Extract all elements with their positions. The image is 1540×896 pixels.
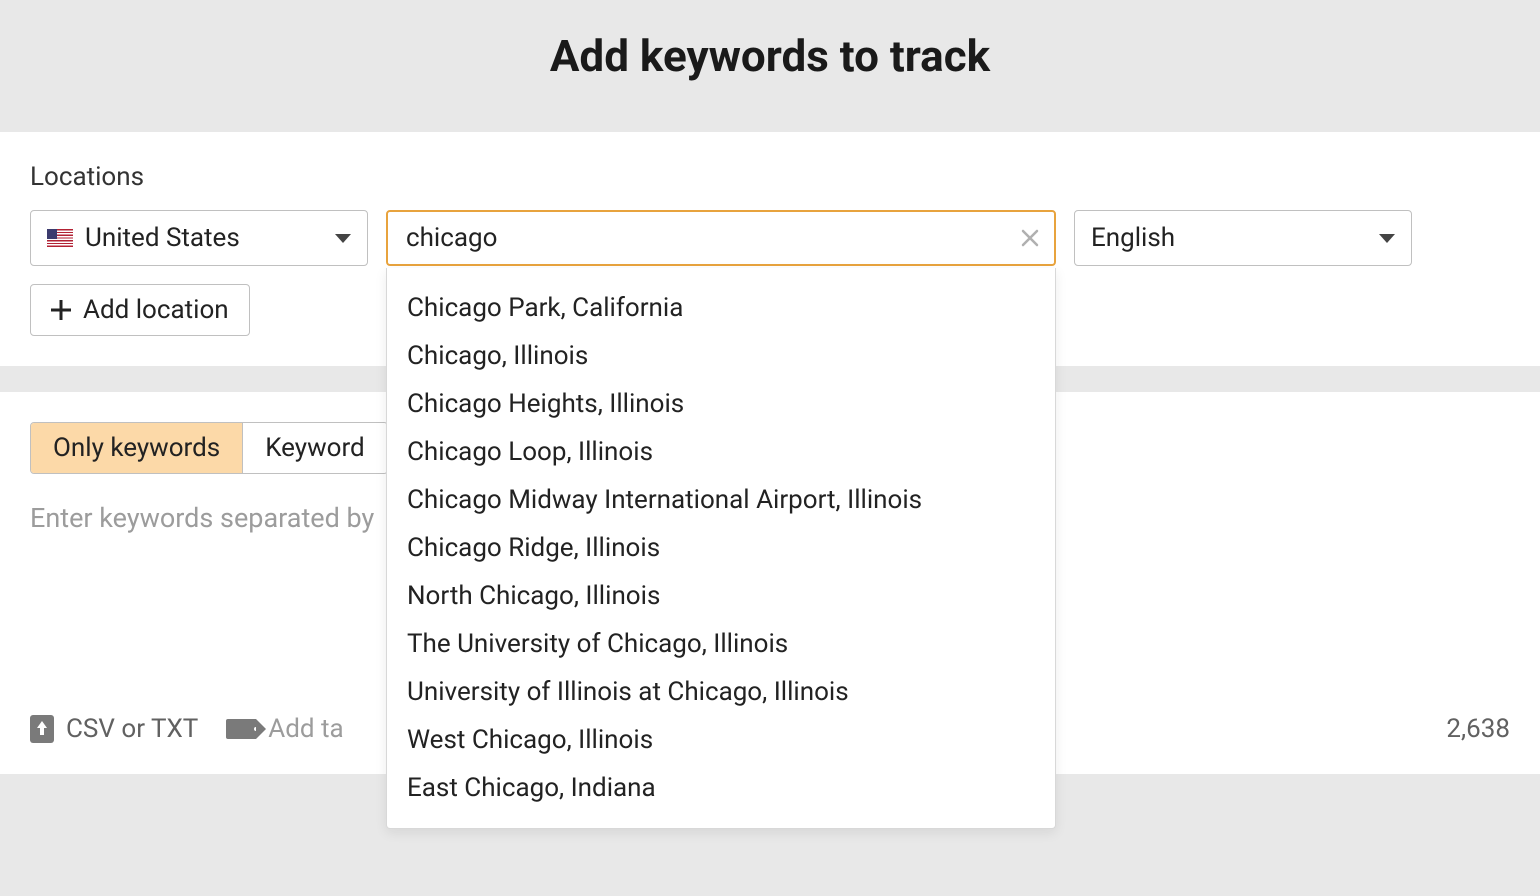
locations-row: United States English Chicago Park, Cali… (30, 210, 1510, 266)
suggestion-item[interactable]: Chicago Midway International Airport, Il… (387, 476, 1055, 524)
keyword-placeholder: Enter keywords separated by (30, 502, 374, 534)
tag-text: Add ta (268, 714, 343, 744)
upload-button[interactable]: CSV or TXT (30, 714, 198, 744)
location-suggestions-dropdown: Chicago Park, California Chicago, Illino… (386, 268, 1056, 829)
close-icon (1020, 228, 1040, 248)
add-location-button[interactable]: Add location (30, 284, 250, 336)
tabs-row: Only keywords Keyword (30, 422, 388, 474)
tag-icon (226, 719, 256, 739)
suggestion-item[interactable]: The University of Chicago, Illinois (387, 620, 1055, 668)
keyword-count: 2,638 (1446, 714, 1510, 744)
suggestion-item[interactable]: Chicago Ridge, Illinois (387, 524, 1055, 572)
locations-label: Locations (30, 162, 1510, 192)
suggestion-item[interactable]: Chicago Heights, Illinois (387, 380, 1055, 428)
suggestion-item[interactable]: East Chicago, Indiana (387, 764, 1055, 812)
language-text: English (1091, 223, 1379, 253)
plus-icon (51, 300, 71, 320)
clear-button[interactable] (1018, 226, 1042, 250)
add-location-text: Add location (83, 295, 229, 325)
country-select[interactable]: United States (30, 210, 368, 266)
suggestion-item[interactable]: University of Illinois at Chicago, Illin… (387, 668, 1055, 716)
us-flag-icon (47, 229, 73, 247)
locations-panel: Locations United States English Chicago … (0, 132, 1540, 366)
upload-icon (30, 715, 54, 743)
language-select[interactable]: English (1074, 210, 1412, 266)
chevron-down-icon (1379, 234, 1395, 243)
page-title: Add keywords to track (0, 30, 1540, 82)
suggestion-item[interactable]: West Chicago, Illinois (387, 716, 1055, 764)
header-area: Add keywords to track (0, 0, 1540, 132)
chevron-down-icon (335, 234, 351, 243)
suggestion-item[interactable]: Chicago, Illinois (387, 332, 1055, 380)
location-search-wrapper (386, 210, 1056, 266)
upload-text: CSV or TXT (66, 714, 198, 744)
tab-keyword[interactable]: Keyword (242, 423, 387, 473)
country-text: United States (85, 223, 335, 253)
suggestion-item[interactable]: Chicago Loop, Illinois (387, 428, 1055, 476)
add-tag-button[interactable]: Add ta (226, 714, 343, 744)
location-search-input[interactable] (386, 210, 1056, 266)
suggestion-item[interactable]: Chicago Park, California (387, 284, 1055, 332)
suggestion-item[interactable]: North Chicago, Illinois (387, 572, 1055, 620)
tab-only-keywords[interactable]: Only keywords (31, 423, 242, 473)
